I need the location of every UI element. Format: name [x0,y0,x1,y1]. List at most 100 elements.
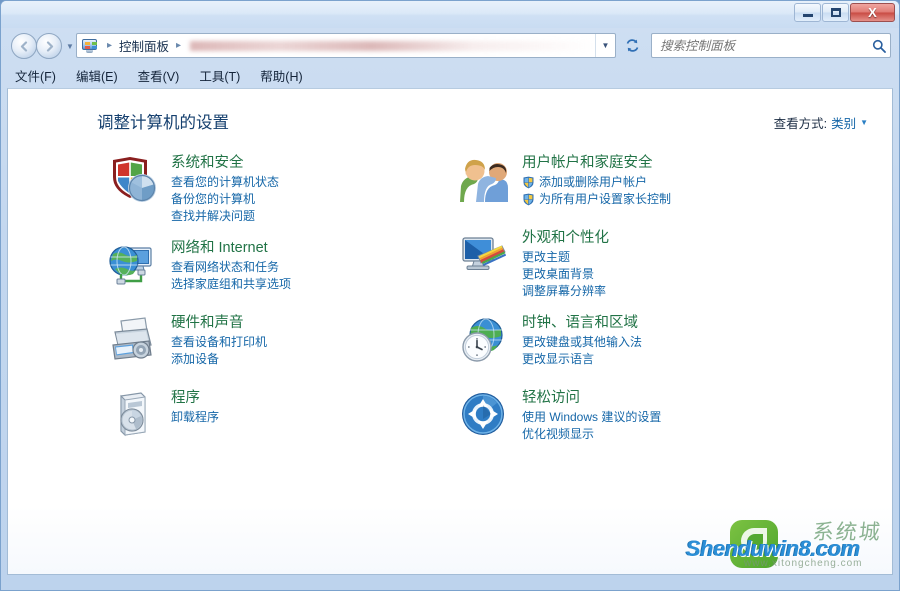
breadcrumb-separator-0[interactable]: ▸ [102,40,117,51]
view-by-label: 查看方式: [773,117,828,131]
category-link[interactable]: 备份您的计算机 [171,191,433,208]
site-watermark: 系统城 Shenduwin8.com www.xitongcheng.com [684,514,884,572]
view-by-control: 查看方式: 类别 ▼ [774,113,868,132]
category-link[interactable]: 查看网络状态和任务 [171,259,433,276]
search-input[interactable] [658,35,868,56]
link-label: 更改显示语言 [522,352,595,366]
link-label: 添加设备 [171,352,220,366]
category-hardware-and-sound: 硬件和声音 查看设备和打印机 添加设备 [103,313,433,375]
watermark-subtext: www.xitongcheng.com [744,558,863,569]
link-label: 查找并解决问题 [171,209,256,223]
category-title[interactable]: 程序 [171,388,200,408]
breadcrumb-redacted-region [190,40,595,51]
link-label: 更改主题 [522,250,571,264]
watermark-text: Shenduwin8.com [686,536,860,561]
category-ease-of-access: 轻松访问 使用 Windows 建议的设置 优化视频显示 [454,388,814,450]
close-icon: X [868,5,877,20]
title-bar: X [1,1,899,28]
address-bar[interactable]: ▸ 控制面板 ▸ ▼ [76,33,616,58]
category-link[interactable]: 使用 Windows 建议的设置 [522,409,814,426]
category-column-right: 用户帐户和家庭安全 添加或删除用户帐户 为所有用户设置家长控制 外观和个性化 更… [454,153,814,463]
menu-item-tools[interactable]: 工具(T) [199,64,250,87]
back-button[interactable] [11,33,37,59]
link-label: 更改桌面背景 [522,267,595,281]
address-toolbar: ▼ ▸ 控制面板 ▸ ▼ [1,28,899,64]
category-user-accounts-and-family-safety: 用户帐户和家庭安全 添加或删除用户帐户 为所有用户设置家长控制 [454,153,814,215]
link-label: 备份您的计算机 [171,192,256,206]
page-title: 调整计算机的设置 [97,114,229,132]
category-title[interactable]: 外观和个性化 [522,228,609,248]
category-link[interactable]: 更改显示语言 [522,351,814,368]
maximize-button[interactable] [822,3,849,22]
category-column-left: 系统和安全 查看您的计算机状态 备份您的计算机 查找并解决问题 网络和 Inte… [103,153,433,463]
category-link[interactable]: 更改主题 [522,249,814,266]
user-accounts-icon [458,155,510,205]
link-label: 查看设备和打印机 [171,335,268,349]
control-panel-icon [81,38,98,54]
category-link[interactable]: 调整屏幕分辨率 [522,283,814,300]
appearance-monitor-icon [458,230,510,280]
category-title[interactable]: 时钟、语言和区域 [522,313,638,333]
category-link[interactable]: 查看您的计算机状态 [171,174,433,191]
minimize-button[interactable] [794,3,821,22]
category-link[interactable]: 更改桌面背景 [522,266,814,283]
category-title[interactable]: 系统和安全 [171,153,244,173]
category-appearance-and-personalization: 外观和个性化 更改主题 更改桌面背景 调整屏幕分辨率 [454,228,814,300]
maximize-icon [830,8,841,17]
category-link[interactable]: 更改键盘或其他输入法 [522,334,814,351]
breadcrumb-separator-1[interactable]: ▸ [171,40,186,51]
link-label: 卸载程序 [171,410,220,424]
link-label: 查看网络状态和任务 [171,260,280,274]
refresh-icon [626,39,639,52]
menu-item-help[interactable]: 帮助(H) [260,64,312,87]
close-button[interactable]: X [850,3,895,22]
breadcrumb-control-panel[interactable]: 控制面板 [117,36,171,55]
printer-device-icon [107,315,159,365]
content-area: 调整计算机的设置 查看方式: 类别 ▼ 系统和安全 查看您的计算机状态 备份您的… [7,88,893,575]
search-box[interactable] [651,33,891,58]
category-link[interactable]: 查找并解决问题 [171,208,433,225]
control-panel-window: X ▼ ▸ 控制面板 ▸ ▼ 搜索控制面板 文件(F) 编辑(E) 查看(V) … [0,0,900,591]
link-label: 使用 Windows 建议的设置 [522,410,662,424]
category-link[interactable]: 为所有用户设置家长控制 [522,191,814,208]
watermark-leaf-icon [730,520,778,568]
category-link[interactable]: 卸载程序 [171,409,433,426]
category-title[interactable]: 用户帐户和家庭安全 [522,153,653,173]
window-controls: X [794,3,895,22]
address-dropdown-chevron-down-icon[interactable]: ▼ [595,34,615,57]
category-title[interactable]: 网络和 Internet [171,238,268,258]
category-link[interactable]: 优化视频显示 [522,426,814,443]
watermark-cn-text: 系统城 [811,520,884,544]
minimize-icon [802,14,813,17]
recent-pages-chevron-down-icon[interactable]: ▼ [66,42,74,51]
category-system-and-security: 系统和安全 查看您的计算机状态 备份您的计算机 查找并解决问题 [103,153,433,225]
category-link[interactable]: 添加设备 [171,351,433,368]
search-icon[interactable] [868,39,890,53]
forward-button[interactable] [36,33,62,59]
navigation-buttons: ▼ [11,33,74,59]
view-by-value[interactable]: 类别 [831,113,856,132]
category-link[interactable]: 添加或删除用户帐户 [522,174,814,191]
menu-item-view[interactable]: 查看(V) [138,64,190,87]
clock-globe-icon [458,315,510,365]
category-title[interactable]: 硬件和声音 [171,313,244,333]
category-link[interactable]: 选择家庭组和共享选项 [171,276,433,293]
category-clock-language-region: 时钟、语言和区域 更改键盘或其他输入法 更改显示语言 [454,313,814,375]
refresh-button[interactable] [621,33,644,58]
link-label: 查看您的计算机状态 [171,175,280,189]
back-arrow-icon [20,40,27,52]
category-programs: 程序 卸载程序 [103,388,433,450]
menu-item-file[interactable]: 文件(F) [15,64,66,87]
uac-shield-icon [522,176,535,189]
category-link[interactable]: 查看设备和打印机 [171,334,433,351]
chevron-down-icon[interactable]: ▼ [860,118,868,127]
forward-arrow-icon [46,40,53,52]
menu-item-edit[interactable]: 编辑(E) [76,64,128,87]
category-title[interactable]: 轻松访问 [522,388,580,408]
link-label: 优化视频显示 [522,427,595,441]
category-network-and-internet: 网络和 Internet 查看网络状态和任务 选择家庭组和共享选项 [103,238,433,300]
link-label: 添加或删除用户帐户 [539,175,648,189]
link-label: 为所有用户设置家长控制 [539,192,672,206]
menu-bar: 文件(F) 编辑(E) 查看(V) 工具(T) 帮助(H) [1,64,899,86]
link-label: 更改键盘或其他输入法 [522,335,643,349]
